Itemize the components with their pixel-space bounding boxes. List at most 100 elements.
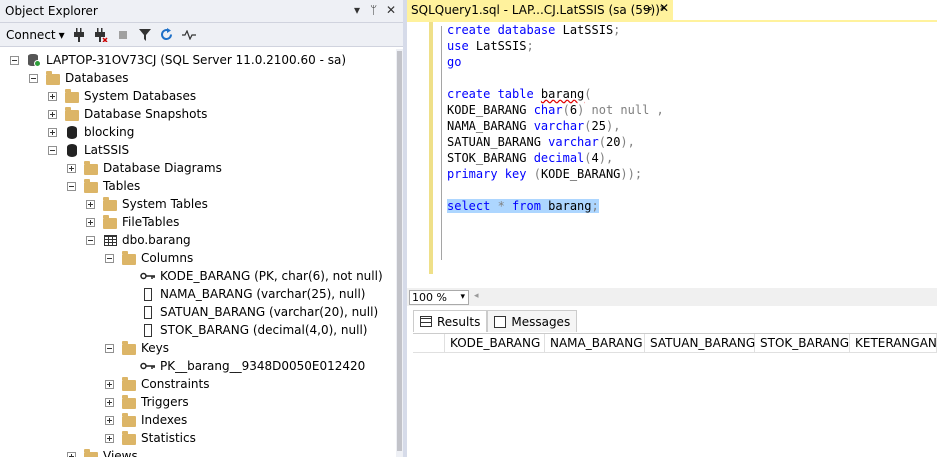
tree-node[interactable]: SATUAN_BARANG (varchar(20), null) (124, 303, 378, 321)
tree-node[interactable]: STOK_BARANG (decimal(4,0), null) (124, 321, 367, 339)
window-position-icon[interactable]: ▾ (354, 3, 360, 17)
tree-node[interactable]: LatSSIS (48, 141, 129, 159)
expand-icon[interactable] (105, 415, 114, 425)
tree-node[interactable]: NAMA_BARANG (varchar(25), null) (124, 285, 365, 303)
tree-node[interactable]: Databases (29, 69, 129, 87)
collapse-icon[interactable] (86, 235, 95, 245)
expand-icon[interactable] (86, 217, 95, 227)
code-line[interactable]: select * from barang; (447, 198, 599, 214)
column-header[interactable]: STOK_BARANG (755, 334, 850, 353)
tree-node[interactable]: System Databases (48, 87, 196, 105)
collapse-icon[interactable] (105, 253, 114, 263)
code-line[interactable]: create database LatSSIS; (447, 22, 620, 38)
tree-node[interactable]: Statistics (105, 429, 196, 447)
code-line[interactable]: STOK_BARANG decimal(4), (447, 150, 613, 166)
tree-node[interactable]: Columns (105, 249, 193, 267)
results-tabs: Results Messages (413, 310, 578, 332)
collapse-icon[interactable] (67, 181, 76, 191)
code-token: KODE_BARANG (540, 167, 621, 181)
connect-plug-icon[interactable] (71, 27, 87, 43)
query-tab[interactable]: SQLQuery1.sql - LAP...CJ.LatSSIS (sa (59… (407, 0, 673, 20)
code-line[interactable]: NAMA_BARANG varchar(25), (447, 118, 620, 134)
tree-vertical-scrollbar[interactable] (396, 49, 403, 457)
folder-icon (83, 448, 99, 457)
code-line[interactable]: SATUAN_BARANG varchar(20), (447, 134, 635, 150)
expand-icon[interactable] (105, 397, 114, 407)
tree-node[interactable]: LAPTOP-31OV73CJ (SQL Server 11.0.2100.60… (10, 51, 346, 69)
tab-results[interactable]: Results (413, 310, 488, 332)
folder-icon (64, 88, 80, 103)
code-line[interactable]: primary key (KODE_BARANG)); (447, 166, 642, 182)
expand-icon[interactable] (48, 91, 57, 101)
close-tab-icon[interactable]: ✕ (659, 1, 669, 15)
tree-node[interactable]: Tables (67, 177, 140, 195)
scrollbar-thumb[interactable] (397, 51, 402, 451)
expand-icon[interactable] (67, 451, 76, 457)
tree-node[interactable]: Keys (105, 339, 169, 357)
code-token: from (512, 199, 549, 213)
activity-monitor-icon[interactable] (181, 27, 197, 43)
scroll-left-icon[interactable]: ◂ (474, 291, 479, 301)
code-line[interactable]: use LatSSIS; (447, 38, 534, 54)
tree-node[interactable]: FileTables (86, 213, 179, 231)
folder-icon (83, 178, 99, 193)
connect-button[interactable]: Connect ▾ (6, 28, 65, 42)
refresh-icon[interactable] (159, 27, 175, 43)
tree-node[interactable]: Views (67, 447, 138, 457)
tree-node[interactable]: Indexes (105, 411, 187, 429)
pin-icon[interactable]: ⊸ (643, 2, 652, 15)
code-token: 6 (569, 103, 578, 117)
stop-icon[interactable] (115, 27, 131, 43)
close-icon[interactable]: ✕ (386, 3, 396, 17)
column-header[interactable]: NAMA_BARANG (545, 334, 645, 353)
zoom-select[interactable]: 100 % ▾ (409, 289, 469, 305)
column-header[interactable]: KODE_BARANG (445, 334, 545, 353)
collapse-icon[interactable] (105, 343, 114, 353)
tree-node-label: STOK_BARANG (decimal(4,0), null) (160, 323, 368, 337)
editor-horizontal-scrollbar[interactable]: ◂ (472, 291, 937, 303)
expand-icon[interactable] (105, 379, 114, 389)
auto-hide-pin-icon[interactable]: ᛘ (370, 3, 377, 17)
filter-icon[interactable] (137, 27, 153, 43)
column-header[interactable]: KETERANGAN (850, 334, 937, 353)
expand-icon[interactable] (48, 109, 57, 119)
column-header[interactable]: SATUAN_BARANG (645, 334, 755, 353)
tree-node[interactable]: dbo.barang (86, 231, 191, 249)
tree-node[interactable]: Triggers (105, 393, 189, 411)
code-token: STOK_BARANG (447, 151, 534, 165)
code-line[interactable]: KODE_BARANG char(6) not null , (447, 102, 664, 118)
expand-icon[interactable] (48, 127, 57, 137)
tree-node[interactable]: blocking (48, 123, 134, 141)
code-line[interactable]: go (447, 54, 461, 70)
collapse-icon[interactable] (29, 73, 38, 83)
code-token: create database (447, 23, 563, 37)
code-token: ; (526, 39, 534, 53)
tree-node[interactable]: Database Diagrams (67, 159, 222, 177)
row-header-corner[interactable] (413, 334, 445, 353)
query-tab-title: SQLQuery1.sql - LAP...CJ.LatSSIS (sa (59… (411, 3, 666, 17)
tree-node-label: KODE_BARANG (PK, char(6), not null) (160, 269, 383, 283)
expand-icon[interactable] (105, 433, 114, 443)
results-grid[interactable]: KODE_BARANG NAMA_BARANG SATUAN_BARANG STOK_… (413, 333, 937, 457)
sql-editor[interactable]: create database LatSSIS; use LatSSIS; go cr… (407, 22, 937, 288)
expand-icon[interactable] (86, 199, 95, 209)
code-line[interactable]: create table barang( (447, 86, 592, 102)
tab-messages[interactable]: Messages (487, 310, 578, 332)
collapse-icon[interactable] (48, 145, 57, 155)
disconnect-plug-icon[interactable] (93, 27, 109, 43)
tree-node[interactable]: Constraints (105, 375, 209, 393)
tree-node[interactable]: System Tables (86, 195, 208, 213)
code-token: ), (605, 119, 621, 133)
code-token: ( (533, 167, 541, 181)
tree-node-label: SATUAN_BARANG (varchar(20), null) (160, 305, 379, 319)
tree-node[interactable]: Database Snapshots (48, 105, 207, 123)
tree-node-label: Databases (65, 71, 129, 85)
tab-results-label: Results (437, 314, 481, 329)
tree-node[interactable]: PK__barang__9348D0050E012420 (124, 357, 365, 375)
object-explorer-title: Object Explorer (5, 4, 98, 18)
expand-icon[interactable] (67, 163, 76, 173)
tree-node[interactable]: KODE_BARANG (PK, char(6), not null) (124, 267, 383, 285)
collapse-icon[interactable] (10, 55, 19, 65)
code-token: KODE_BARANG (447, 103, 534, 117)
